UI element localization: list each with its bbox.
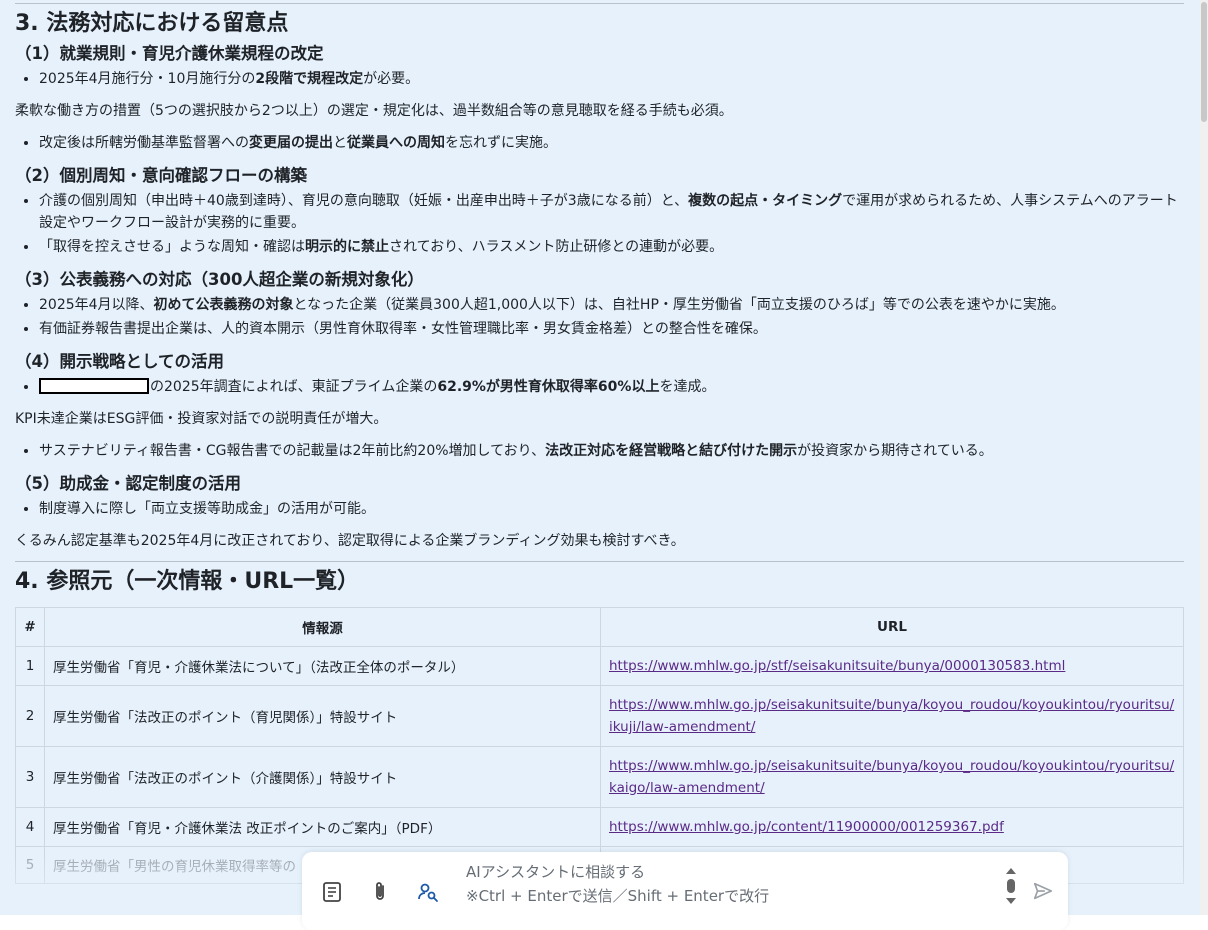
document-view: 3. 法務対応における留意点 （1）就業規則・育児介護休業規程の改定 2025年… [0, 0, 1200, 915]
sub1-paragraph: 柔軟な働き方の措置（5つの選択肢から2つ以上）の選定・規定化は、過半数組合等の意… [15, 103, 733, 119]
section4-heading: 4. 参照元（一次情報・URL一覧） [15, 569, 360, 594]
column-header-num: # [15, 607, 45, 647]
row-source: 厚生労働省「法改正のポイント（介護関係）」特設サイト [44, 746, 601, 808]
list-item: 2025年4月施行分・10月施行分の2段階で規程改定が必要。 [39, 68, 1184, 90]
row-source: 厚生労働省「育児・介護休業法について」（法改正全体のポータル） [44, 646, 601, 686]
reference-link[interactable]: https://www.mhlw.go.jp/seisakunitsuite/b… [609, 697, 1174, 735]
table-row: 1 厚生労働省「育児・介護休業法について」（法改正全体のポータル） https:… [15, 646, 1184, 686]
row-number: 5 [15, 846, 45, 884]
row-number: 4 [15, 807, 45, 847]
sub5-paragraph: くるみん認定基準も2025年4月に改正されており、認定取得による企業ブランディン… [15, 533, 685, 549]
list-item: 介護の個別周知（申出時＋40歳到達時）、育児の意向聴取（妊娠・出産申出時＋子が3… [39, 190, 1184, 234]
list-item: 2025年4月以降、初めて公表義務の対象となった企業（従業員300人超1,000… [39, 294, 1184, 316]
document-icon[interactable] [320, 880, 344, 904]
chat-placeholder-line1: AIアシスタントに相談する [466, 863, 646, 881]
sub1-list: 2025年4月施行分・10月施行分の2段階で規程改定が必要。 [15, 68, 1184, 90]
table-row: 2 厚生労働省「法改正のポイント（育児関係）」特設サイト https://www… [15, 685, 1184, 747]
column-header-url: URL [600, 607, 1184, 647]
sub3-list: 2025年4月以降、初めて公表義務の対象となった企業（従業員300人超1,000… [15, 294, 1184, 340]
sub4-paragraph: KPI未達企業はESG評価・投資家対話での説明責任が増大。 [15, 411, 388, 427]
divider [15, 561, 1184, 562]
row-number: 3 [15, 746, 45, 808]
list-item: サステナビリティ報告書・CG報告書での記載量は2年前比約20%増加しており、法改… [39, 440, 1184, 462]
sub4-list: の2025年調査によれば、東証プライム企業の62.9%が男性育休取得率60%以上… [15, 376, 1184, 398]
sub1-list-2: 改定後は所轄労働基準監督署への変更届の提出と従業員への周知を忘れずに実施。 [15, 132, 1184, 154]
column-header-source: 情報源 [44, 607, 601, 647]
row-source: 厚生労働省「法改正のポイント（育児関係）」特設サイト [44, 685, 601, 747]
reference-link[interactable]: https://www.mhlw.go.jp/stf/seisakunitsui… [609, 658, 1065, 674]
reference-link[interactable]: https://www.mhlw.go.jp/seisakunitsuite/b… [609, 758, 1174, 796]
sub3-title: （3）公表義務への対応（300人超企業の新規対象化） [15, 270, 424, 289]
table-row: 4 厚生労働省「育児・介護休業法 改正ポイントのご案内」（PDF） https:… [15, 807, 1184, 847]
page-scrollbar[interactable] [1200, 0, 1208, 915]
send-icon[interactable] [1032, 880, 1054, 902]
reference-link[interactable]: https://www.mhlw.go.jp/content/11900000/… [609, 819, 1004, 835]
list-item: 「取得を控えさせる」ような周知・確認は明示的に禁止されており、ハラスメント防止研… [39, 236, 1184, 258]
row-source: 厚生労働省「育児・介護休業法 改正ポイントのご案内」（PDF） [44, 807, 601, 847]
sub5-title: （5）助成金・認定制度の活用 [15, 474, 241, 493]
row-url-cell: https://www.mhlw.go.jp/content/11900000/… [600, 807, 1184, 847]
page-scrollbar-thumb[interactable] [1201, 2, 1207, 122]
person-search-icon[interactable] [416, 880, 440, 904]
list-item: の2025年調査によれば、東証プライム企業の62.9%が男性育休取得率60%以上… [39, 376, 1184, 398]
sub2-list: 介護の個別周知（申出時＋40歳到達時）、育児の意向聴取（妊娠・出産申出時＋子が3… [15, 190, 1184, 258]
row-url-cell: https://www.mhlw.go.jp/stf/seisakunitsui… [600, 646, 1184, 686]
document-content: 3. 法務対応における留意点 （1）就業規則・育児介護休業規程の改定 2025年… [15, 0, 1184, 884]
divider [15, 3, 1184, 4]
sub1-title: （1）就業規則・育児介護休業規程の改定 [15, 44, 324, 63]
list-item: 有価証券報告書提出企業は、人的資本開示（男性育休取得率・女性管理職比率・男女賃金… [39, 318, 1184, 340]
chat-input-box[interactable]: AIアシスタントに相談する ※Ctrl + Enterで送信／Shift + E… [302, 852, 1068, 930]
sub5-list: 制度導入に際し「両立支援等助成金」の活用が可能。 [15, 498, 1184, 520]
redaction-box [39, 378, 149, 394]
row-number: 1 [15, 646, 45, 686]
list-item: 改定後は所轄労働基準監督署への変更届の提出と従業員への周知を忘れずに実施。 [39, 132, 1184, 154]
sub4-list-2: サステナビリティ報告書・CG報告書での記載量は2年前比約20%増加しており、法改… [15, 440, 1184, 462]
list-item: 制度導入に際し「両立支援等助成金」の活用が可能。 [39, 498, 1184, 520]
table-header-row: # 情報源 URL [15, 607, 1184, 647]
row-number: 2 [15, 685, 45, 747]
row-url-cell: https://www.mhlw.go.jp/seisakunitsuite/b… [600, 685, 1184, 747]
row-url-cell: https://www.mhlw.go.jp/seisakunitsuite/b… [600, 746, 1184, 808]
section3-heading: 3. 法務対応における留意点 [15, 11, 289, 36]
textarea-scroll-icon[interactable] [1003, 866, 1019, 906]
chat-placeholder-line2: ※Ctrl + Enterで送信／Shift + Enterで改行 [466, 887, 770, 905]
reference-table: # 情報源 URL 1 厚生労働省「育児・介護休業法について」（法改正全体のポー… [15, 607, 1184, 884]
table-row: 3 厚生労働省「法改正のポイント（介護関係）」特設サイト https://www… [15, 746, 1184, 808]
sub4-title: （4）開示戦略としての活用 [15, 352, 224, 371]
paperclip-icon[interactable] [368, 880, 392, 904]
sub2-title: （2）個別周知・意向確認フローの構築 [15, 166, 307, 185]
